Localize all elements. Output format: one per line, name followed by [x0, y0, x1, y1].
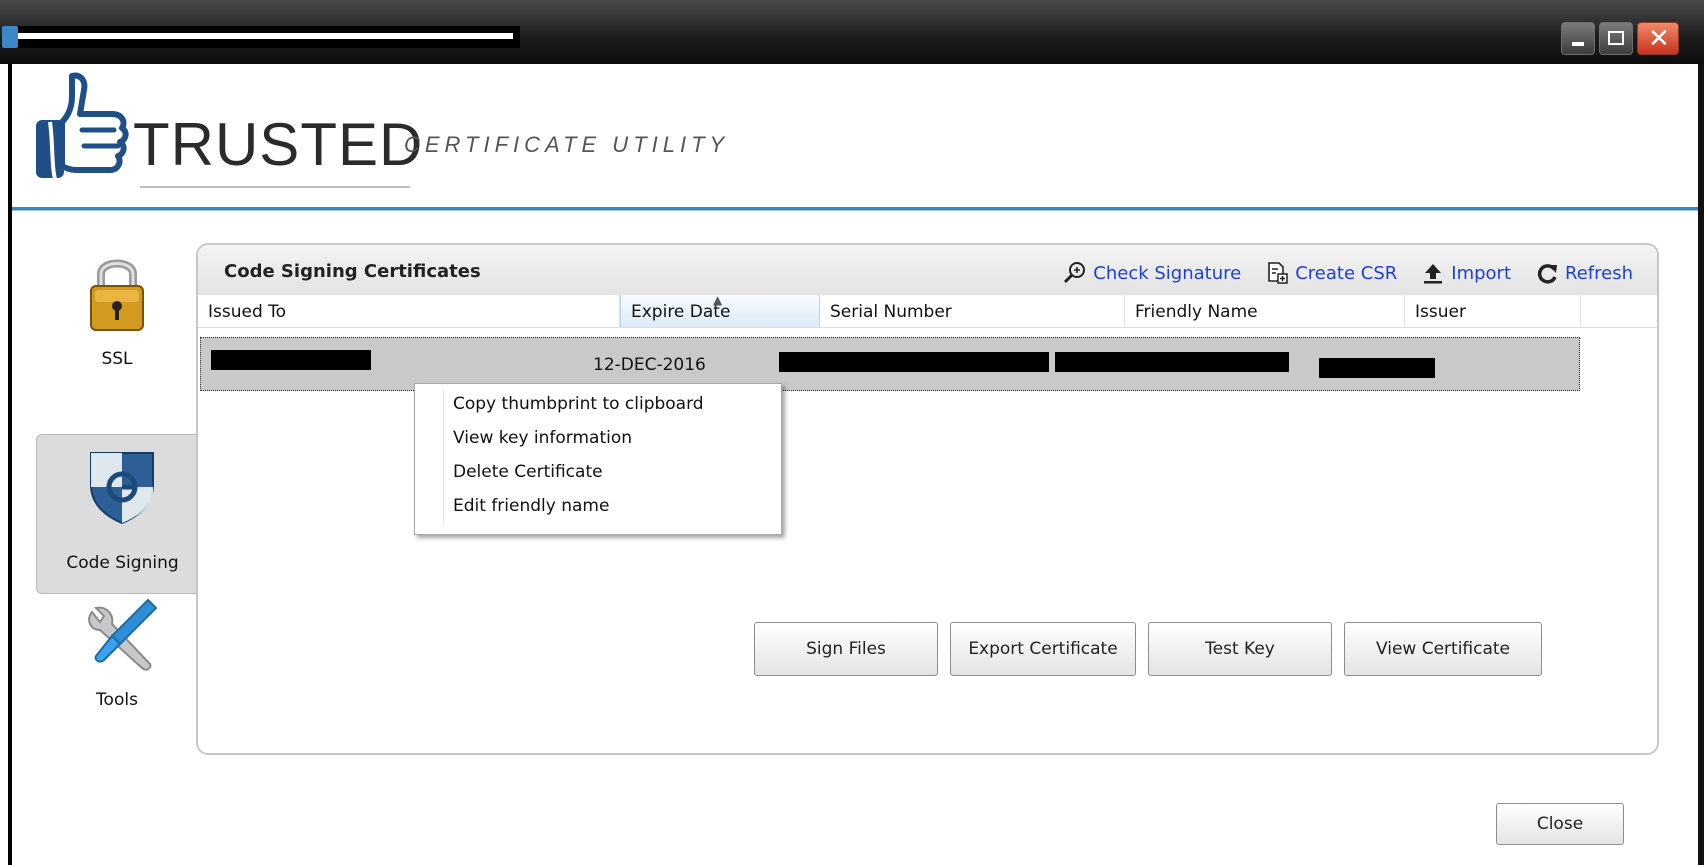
- test-key-button[interactable]: Test Key: [1148, 622, 1332, 676]
- document-plus-icon: [1268, 262, 1288, 284]
- title-bar[interactable]: ✕: [0, 0, 1704, 64]
- menu-item-delete-certificate[interactable]: Delete Certificate: [453, 462, 603, 482]
- sort-ascending-icon: ▲: [713, 293, 723, 307]
- import-label: Import: [1451, 262, 1512, 284]
- shield-icon: [90, 452, 154, 525]
- tools-icon: [88, 598, 158, 671]
- menu-item-edit-friendly-name[interactable]: Edit friendly name: [453, 496, 609, 516]
- create-csr-label: Create CSR: [1295, 262, 1398, 284]
- header-divider-light: [12, 210, 1698, 211]
- menu-item-view-key-information[interactable]: View key information: [453, 428, 632, 448]
- application-window: ✕ TRUSTED CERTIFICATE UTILITY SSL Code S…: [0, 0, 1704, 865]
- check-signature-button[interactable]: Check Signature: [1063, 261, 1241, 285]
- context-menu-gutter: [443, 390, 444, 526]
- column-header-friendly-name[interactable]: Friendly Name: [1125, 295, 1405, 327]
- close-window-button[interactable]: ✕: [1637, 22, 1679, 55]
- serial-number-redacted: [779, 352, 1049, 372]
- view-certificate-button[interactable]: View Certificate: [1344, 622, 1542, 676]
- sidebar-nav: SSL Code Signing Tools: [12, 212, 208, 772]
- panel-header: Code Signing Certificates Check Signatur…: [198, 245, 1657, 295]
- sign-files-button[interactable]: Sign Files: [754, 622, 938, 676]
- export-certificate-button[interactable]: Export Certificate: [950, 622, 1136, 676]
- issuer-redacted: [1319, 358, 1435, 378]
- close-icon: ✕: [1648, 24, 1670, 54]
- column-header-issued-to[interactable]: Issued To: [198, 295, 620, 327]
- row-context-menu: Copy thumbprint to clipboard View key in…: [414, 383, 782, 535]
- check-signature-label: Check Signature: [1093, 262, 1242, 284]
- app-icon: [2, 26, 18, 48]
- panel-title: Code Signing Certificates: [224, 261, 481, 282]
- column-header-serial-number[interactable]: Serial Number: [820, 295, 1125, 327]
- maximize-button[interactable]: [1599, 22, 1633, 55]
- upload-arrow-icon: [1424, 264, 1443, 284]
- sidebar-item-tools[interactable]: Tools: [38, 598, 196, 762]
- minimize-button[interactable]: [1561, 22, 1595, 55]
- panel-toolbar: Check Signature Create CSR Import Refres…: [1063, 261, 1633, 285]
- padlock-icon: [90, 259, 144, 331]
- menu-item-copy-thumbprint[interactable]: Copy thumbprint to clipboard: [453, 394, 704, 414]
- sidebar-item-label: Code Signing: [66, 553, 179, 573]
- table-row[interactable]: 12-DEC-2016: [200, 337, 1580, 391]
- friendly-name-redacted: [1055, 352, 1289, 372]
- sidebar-item-code-signing[interactable]: Code Signing: [36, 434, 208, 594]
- column-header-issuer[interactable]: Issuer: [1405, 295, 1581, 327]
- refresh-button[interactable]: Refresh: [1535, 261, 1633, 285]
- brand-subtitle: CERTIFICATE UTILITY: [404, 132, 730, 157]
- window-frame-right: [1698, 64, 1704, 865]
- sidebar-item-label: SSL: [101, 349, 133, 369]
- create-csr-button[interactable]: Create CSR: [1265, 261, 1397, 285]
- certificate-table-header: Issued To ▲ Expire Date Serial Number Fr…: [198, 293, 1657, 328]
- minimize-icon: [1572, 42, 1584, 46]
- thumbs-up-logo-icon: [36, 72, 129, 192]
- brand-title: TRUSTED: [133, 111, 424, 178]
- brand-underline: [140, 186, 410, 188]
- column-header-expire-date[interactable]: ▲ Expire Date: [620, 293, 820, 327]
- sidebar-item-label: Tools: [96, 690, 138, 710]
- import-button[interactable]: Import: [1421, 261, 1511, 285]
- sidebar-item-ssl[interactable]: SSL: [38, 252, 196, 402]
- refresh-label: Refresh: [1565, 262, 1633, 284]
- refresh-icon: [1537, 264, 1558, 284]
- close-button[interactable]: Close: [1496, 803, 1624, 845]
- window-title-redaction-line: [8, 33, 513, 39]
- issued-to-redacted: [211, 350, 371, 370]
- magnifier-icon: [1064, 262, 1086, 284]
- maximize-icon: [1608, 31, 1624, 45]
